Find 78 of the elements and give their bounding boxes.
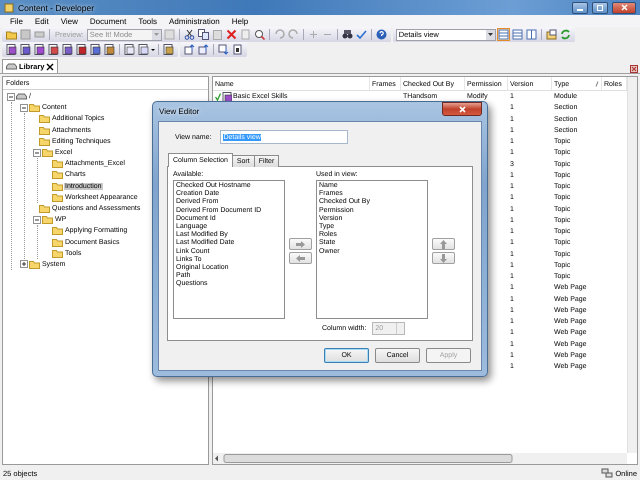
split-view-icon[interactable] <box>526 29 537 40</box>
module-icon <box>222 92 232 102</box>
left-arrow-icon <box>296 254 305 262</box>
remove-button[interactable] <box>289 252 312 264</box>
properties-icon[interactable] <box>546 29 557 40</box>
dialog-title: View Editor <box>158 107 200 116</box>
refresh-icon[interactable] <box>560 29 571 40</box>
close-button[interactable] <box>442 102 482 116</box>
up-arrow-icon <box>440 240 447 248</box>
folder-icon <box>52 159 63 168</box>
folder-icon <box>29 260 40 269</box>
drive-icon <box>16 93 27 100</box>
check-icon <box>215 92 221 101</box>
download-icon[interactable] <box>218 44 229 55</box>
plus-icon <box>21 261 27 268</box>
folder-icon <box>52 248 63 258</box>
sort-icon <box>595 81 599 87</box>
menu-item[interactable]: Edit <box>34 16 58 26</box>
app-icon <box>4 2 14 12</box>
caret-icon <box>488 33 493 36</box>
folder-icon <box>29 103 40 112</box>
minimize-button[interactable] <box>572 2 588 14</box>
expander-toggle[interactable] <box>20 260 28 268</box>
minus-icon <box>21 104 27 111</box>
right-arrow-icon <box>296 240 305 248</box>
scissors-icon[interactable] <box>184 29 195 40</box>
delete-icon[interactable] <box>226 29 237 40</box>
minus-icon <box>8 94 14 100</box>
expander-toggle[interactable] <box>20 104 28 112</box>
menu-item[interactable]: File <box>10 16 32 26</box>
upload-icon[interactable] <box>184 44 195 55</box>
open-folder-icon[interactable] <box>6 29 17 40</box>
upload-icon[interactable] <box>198 44 209 55</box>
magnifier-icon[interactable] <box>254 29 265 40</box>
close-icon <box>458 106 466 112</box>
help-icon[interactable] <box>376 29 387 40</box>
menu-item[interactable]: View <box>60 16 87 26</box>
details-view-icon[interactable] <box>498 29 509 40</box>
drive-icon <box>6 63 17 70</box>
expander-toggle[interactable] <box>33 216 41 224</box>
expander-toggle[interactable] <box>33 148 41 157</box>
folder-icon <box>39 126 50 135</box>
caret-icon <box>154 33 159 36</box>
folder-icon <box>42 148 53 158</box>
folder-icon <box>42 215 53 224</box>
vertical-scrollbar[interactable] <box>627 77 637 453</box>
menu-item[interactable]: Document <box>90 16 136 26</box>
copy-icon[interactable] <box>198 29 209 40</box>
folder-icon <box>52 170 63 180</box>
caret-icon <box>151 48 155 52</box>
close-button[interactable] <box>612 2 636 14</box>
close-icon[interactable] <box>46 62 54 70</box>
restore-icon <box>596 4 604 11</box>
minus-icon <box>34 216 40 223</box>
folder-icon <box>39 114 50 124</box>
list-view-icon[interactable] <box>512 29 523 40</box>
menu-item[interactable]: Tools <box>138 16 166 26</box>
close-icon <box>620 4 628 11</box>
window-title: Content - Developer <box>18 2 96 12</box>
expander-toggle[interactable] <box>7 92 15 101</box>
folder-icon <box>52 182 63 191</box>
folder-icon <box>52 238 63 247</box>
menu-item[interactable]: Administration <box>169 16 229 26</box>
add-button[interactable] <box>289 238 312 250</box>
folder-icon <box>39 136 50 146</box>
menu-item[interactable]: Help <box>232 16 258 26</box>
horizontal-scrollbar[interactable] <box>213 453 627 464</box>
folder-icon <box>52 226 63 236</box>
restore-button[interactable] <box>592 2 608 14</box>
move-down-button[interactable] <box>432 252 455 264</box>
spell-check-icon[interactable] <box>356 29 367 40</box>
folder-icon <box>39 204 50 213</box>
minus-icon <box>34 150 40 156</box>
move-up-button[interactable] <box>432 238 455 250</box>
binoculars-icon[interactable] <box>342 29 353 40</box>
network-icon <box>601 468 614 478</box>
folder-icon <box>52 192 63 202</box>
down-arrow-icon <box>440 254 447 262</box>
